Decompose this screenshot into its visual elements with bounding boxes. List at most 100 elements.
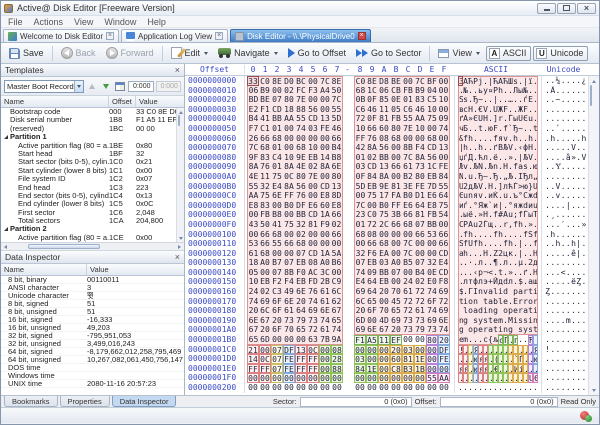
hex-byte[interactable]: 56 bbox=[295, 181, 307, 192]
hex-byte[interactable]: 07 bbox=[271, 344, 283, 355]
hex-byte[interactable]: 01 bbox=[271, 123, 283, 134]
ascii-char[interactable]: . bbox=[533, 133, 538, 144]
hex-byte[interactable]: 00 bbox=[378, 373, 390, 383]
go-to-sector-button[interactable]: Go to Sector bbox=[352, 47, 426, 59]
template-row[interactable]: (reserved) 1BC 00 00 bbox=[1, 124, 184, 133]
hex-byte[interactable]: 73 bbox=[283, 315, 295, 326]
hex-byte[interactable]: 00 bbox=[366, 200, 378, 211]
hex-byte[interactable]: 00 bbox=[283, 383, 295, 393]
hex-byte[interactable]: 00 bbox=[331, 373, 343, 383]
hex-byte[interactable]: 00 bbox=[259, 267, 271, 278]
hex-byte[interactable]: 5A bbox=[331, 248, 343, 259]
hex-byte[interactable]: 00 bbox=[319, 344, 331, 355]
back-button[interactable]: Back bbox=[57, 46, 100, 60]
unicode-char[interactable]: . bbox=[581, 383, 586, 393]
hex-byte[interactable]: 68 bbox=[295, 239, 307, 249]
hex-byte[interactable]: E8 bbox=[331, 200, 343, 211]
hex-byte[interactable]: 00 bbox=[283, 143, 295, 153]
hex-byte[interactable]: D8 bbox=[378, 76, 390, 86]
hex-byte[interactable]: 6E bbox=[283, 296, 295, 307]
hex-byte[interactable]: 00 bbox=[366, 373, 378, 383]
hex-byte[interactable]: 00 bbox=[354, 191, 366, 201]
hex-byte[interactable]: 00 bbox=[319, 383, 331, 393]
expand-triangle-icon[interactable] bbox=[4, 227, 8, 232]
hex-byte[interactable]: 00 bbox=[390, 373, 402, 383]
hex-byte[interactable]: 07 bbox=[271, 363, 283, 374]
hex-byte[interactable]: 69 bbox=[259, 296, 271, 307]
hex-byte[interactable]: 55 bbox=[295, 114, 307, 124]
hex-byte[interactable]: 13 bbox=[319, 114, 331, 124]
hex-byte[interactable]: 02 bbox=[295, 229, 307, 240]
hex-byte[interactable]: 0F bbox=[354, 171, 366, 182]
hex-byte[interactable]: 00 bbox=[402, 76, 414, 86]
hex-byte[interactable]: 07 bbox=[271, 267, 283, 278]
hex-byte[interactable]: 6F bbox=[426, 296, 438, 307]
hex-byte[interactable]: F8 bbox=[438, 277, 450, 288]
hex-byte[interactable]: E4 bbox=[438, 258, 450, 268]
hex-byte[interactable]: FB bbox=[426, 210, 438, 220]
hex-byte[interactable]: BE bbox=[390, 76, 402, 86]
apply-template-button[interactable] bbox=[114, 80, 126, 93]
hex-byte[interactable]: 3C bbox=[319, 267, 331, 278]
hex-byte[interactable]: 33 bbox=[247, 76, 259, 86]
hex-byte[interactable]: 0C bbox=[283, 171, 295, 182]
hex-byte[interactable]: 66 bbox=[259, 239, 271, 249]
hex-byte[interactable]: 04 bbox=[426, 85, 438, 96]
hex-byte[interactable]: 00 bbox=[271, 248, 283, 259]
hex-byte[interactable]: FF bbox=[307, 363, 319, 374]
hex-byte[interactable]: EB bbox=[366, 181, 378, 192]
hex-byte[interactable]: E4 bbox=[354, 277, 366, 288]
unicode-char[interactable]: . bbox=[581, 354, 586, 364]
hex-byte[interactable]: 20 bbox=[259, 325, 271, 336]
hex-byte[interactable]: FF bbox=[295, 363, 307, 374]
ascii-char[interactable]: t bbox=[533, 325, 538, 336]
hex-byte[interactable]: 55 bbox=[271, 239, 283, 249]
hex-byte[interactable]: 00 bbox=[283, 373, 295, 383]
tab-data-inspector[interactable]: Data Inspector bbox=[111, 396, 177, 407]
hex-byte[interactable]: B2 bbox=[402, 171, 414, 182]
hex-byte[interactable]: 00 bbox=[366, 344, 378, 355]
hex-byte[interactable]: 8A bbox=[283, 162, 295, 172]
hex-byte[interactable]: EA bbox=[378, 248, 390, 259]
hex-byte[interactable]: F0 bbox=[295, 267, 307, 278]
hex-byte[interactable]: 74 bbox=[354, 267, 366, 278]
hex-byte[interactable]: 70 bbox=[390, 287, 402, 297]
hex-byte[interactable]: 65 bbox=[295, 325, 307, 336]
hex-byte[interactable]: 81 bbox=[414, 210, 426, 220]
unicode-char[interactable]: . bbox=[581, 230, 586, 240]
inspector-row[interactable]: UNIX time 2080-11-16 20:57:23 bbox=[1, 380, 184, 388]
tab-welcome[interactable]: Welcome to Disk Editor × bbox=[3, 29, 119, 42]
hex-byte[interactable]: 69 bbox=[307, 306, 319, 316]
hex-byte[interactable]: B4 bbox=[414, 267, 426, 278]
hex-byte[interactable]: A4 bbox=[319, 85, 331, 96]
hex-byte[interactable]: 00 bbox=[319, 373, 331, 383]
hex-byte[interactable]: 6E bbox=[271, 191, 283, 201]
hex-byte[interactable]: 9E bbox=[378, 181, 390, 192]
hex-byte[interactable]: 56 bbox=[307, 104, 319, 115]
template-row[interactable]: Partition 1 bbox=[1, 133, 184, 141]
hex-byte[interactable]: 72 bbox=[414, 296, 426, 307]
hex-byte[interactable]: 02 bbox=[283, 85, 295, 96]
unicode-char[interactable]: . bbox=[581, 95, 586, 105]
hex-byte[interactable]: 00 bbox=[414, 239, 426, 249]
hex-byte[interactable]: 00 bbox=[271, 335, 283, 345]
hex-byte[interactable]: 00 bbox=[426, 363, 438, 374]
hex-byte[interactable]: 00 bbox=[438, 85, 450, 96]
hex-byte[interactable]: 74 bbox=[438, 123, 450, 134]
hex-byte[interactable]: 64 bbox=[414, 200, 426, 211]
hex-byte[interactable]: 02 bbox=[366, 152, 378, 163]
unicode-char[interactable]: . bbox=[581, 105, 586, 115]
hex-byte[interactable]: 10 bbox=[354, 123, 366, 134]
hex-byte[interactable]: F2 bbox=[271, 277, 283, 288]
hex-byte[interactable]: 73 bbox=[307, 315, 319, 326]
ascii-char[interactable]: „ bbox=[533, 171, 538, 182]
hex-byte[interactable]: AC bbox=[307, 267, 319, 278]
ascii-char[interactable]: d bbox=[533, 191, 538, 201]
hex-byte[interactable]: 7C bbox=[402, 248, 414, 259]
unicode-char[interactable]: . bbox=[581, 316, 586, 326]
hex-byte[interactable]: BC bbox=[295, 76, 307, 86]
tab-close-icon[interactable]: × bbox=[215, 32, 224, 40]
hex-byte[interactable]: 61 bbox=[319, 296, 331, 307]
hex-byte[interactable]: FE bbox=[283, 354, 295, 364]
hex-byte[interactable]: 69 bbox=[438, 287, 450, 297]
